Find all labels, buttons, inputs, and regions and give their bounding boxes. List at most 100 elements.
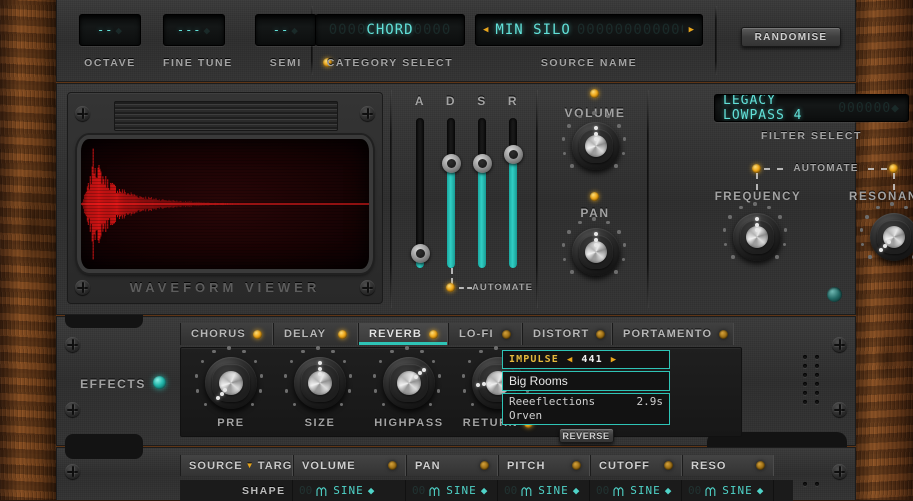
source-name-control[interactable]: ◀ MIN SILO 000000000000000 ▶ SOURCE NAME xyxy=(475,14,703,69)
mod-matrix-header[interactable]: SOURCE▼TARGET▶VOLUME PAN PITCH CUTOFF RESO xyxy=(180,455,793,476)
envelope-slider-handle[interactable] xyxy=(503,145,523,164)
fine-tune-display[interactable]: --- ◆ xyxy=(163,14,225,46)
semi-display[interactable]: -- ◆ xyxy=(254,14,317,46)
reverb-knob-label-size: SIZE xyxy=(304,417,336,429)
fine-tune-stepper-icon[interactable]: ◆ xyxy=(204,24,212,37)
pan-automate-led[interactable] xyxy=(590,192,599,201)
shape-cell-value: SINE xyxy=(630,484,661,497)
mod-column-led[interactable] xyxy=(664,461,673,470)
impulse-header[interactable]: IMPULSE ◀ 441 ▶ xyxy=(502,350,670,369)
tab-led[interactable] xyxy=(596,329,606,339)
mod-column-label: PITCH xyxy=(507,459,546,472)
octave-stepper-icon[interactable]: ◆ xyxy=(115,24,123,37)
semi-stepper-icon[interactable]: ◆ xyxy=(291,24,299,37)
shape-cell-stepper-icon[interactable]: ◆ xyxy=(757,484,765,497)
reverb-knob-highpass[interactable] xyxy=(372,346,442,409)
randomise-button[interactable]: RANDOMISE xyxy=(741,27,841,47)
envelope-slider-handle[interactable] xyxy=(410,244,430,263)
tab-label: CHORUS xyxy=(191,328,246,340)
tab-lo-fi[interactable]: LO-FI xyxy=(448,323,522,345)
envelope-slider-s[interactable] xyxy=(472,118,492,268)
wood-panel-left xyxy=(0,0,56,500)
mod-column-header-cutoff[interactable]: CUTOFF xyxy=(590,455,682,476)
tab-led[interactable] xyxy=(253,329,262,339)
pan-knob[interactable] xyxy=(561,217,627,276)
shape-cell-stepper-icon[interactable]: ◆ xyxy=(573,484,581,497)
impulse-category[interactable]: Big Rooms xyxy=(502,371,670,391)
mod-column-header-volume[interactable]: VOLUME xyxy=(293,455,406,476)
effects-tab-bar[interactable]: CHORUS DELAY REVERB LO-FI DISTORT PORTAMENTO xyxy=(180,323,793,345)
mod-shape-cell-volume[interactable]: 00 SINE ◆ xyxy=(293,480,406,501)
octave-display[interactable]: -- ◆ xyxy=(79,14,141,46)
filter-select-ghost: 000000 xyxy=(838,100,892,116)
fine-tune-label: FINE TUNE xyxy=(163,57,233,69)
frequency-knob[interactable] xyxy=(722,202,788,261)
impulse-prev-icon[interactable]: ◀ xyxy=(567,355,574,365)
volume-automate-led[interactable] xyxy=(590,89,599,98)
tab-distort[interactable]: DISTORT xyxy=(522,323,612,345)
sine-wave-icon xyxy=(316,486,327,496)
envelope-slider-handle[interactable] xyxy=(472,154,492,173)
filter-select-display[interactable]: LEGACY LOWPASS 4 000000 ◆ xyxy=(714,94,909,122)
source-name-display[interactable]: ◀ MIN SILO 000000000000000 ▶ xyxy=(475,14,703,46)
filter-select-stepper-icon[interactable]: ◆ xyxy=(891,101,900,116)
shape-cell-stepper-icon[interactable]: ◆ xyxy=(665,484,673,497)
volume-knob[interactable] xyxy=(561,111,627,170)
grip-dots xyxy=(803,482,821,486)
tab-led[interactable] xyxy=(429,329,439,339)
shape-cell-stepper-icon[interactable]: ◆ xyxy=(368,484,376,497)
source-dropdown-icon[interactable]: ▼ xyxy=(246,461,255,470)
envelope-automate-led[interactable] xyxy=(446,283,455,292)
filter-enable-led[interactable] xyxy=(827,287,842,302)
waveform-viewer[interactable]: WAVEFORM VIEWER xyxy=(67,92,383,304)
reverb-knob-size[interactable] xyxy=(283,346,353,409)
impulse-next-icon[interactable]: ▶ xyxy=(611,355,618,365)
effects-enable-led[interactable] xyxy=(153,376,166,389)
reverb-knob-pre[interactable] xyxy=(194,346,264,409)
source-next-icon[interactable]: ▶ xyxy=(689,25,695,35)
mod-shape-cell-reso[interactable]: 00 SINE ◆ xyxy=(682,480,774,501)
waveform-viewer-label: WAVEFORM VIEWER xyxy=(129,280,321,295)
category-select-display[interactable]: 0000 CHORD 0000 xyxy=(315,14,465,46)
envelope-slider-handle[interactable] xyxy=(441,154,461,173)
reverse-button[interactable]: REVERSE xyxy=(558,428,614,443)
impulse-info[interactable]: Reeeflections 2.9s Orven xyxy=(502,393,670,425)
mod-column-led[interactable] xyxy=(572,461,581,470)
source-prev-icon[interactable]: ◀ xyxy=(483,25,489,35)
mod-column-header-pan[interactable]: PAN xyxy=(406,455,498,476)
tab-reverb[interactable]: REVERB xyxy=(358,323,448,345)
impulse-selector[interactable]: IMPULSE ◀ 441 ▶ Big Rooms Reeeflections … xyxy=(502,350,670,443)
mod-column-header-pitch[interactable]: PITCH xyxy=(498,455,590,476)
tab-led[interactable] xyxy=(502,329,511,339)
resonance-knob[interactable] xyxy=(859,202,913,261)
envelope-slider-r[interactable] xyxy=(503,118,523,268)
waveform-crt-screen[interactable] xyxy=(77,135,373,273)
screw-icon xyxy=(832,337,847,352)
mod-shape-cell-pitch[interactable]: 00 SINE ◆ xyxy=(498,480,590,501)
mod-column-led[interactable] xyxy=(388,461,397,470)
mod-source-target-header[interactable]: SOURCE▼TARGET▶ xyxy=(180,455,318,476)
tab-chorus[interactable]: CHORUS xyxy=(180,323,273,345)
envelope-slider-a[interactable] xyxy=(410,118,430,268)
mod-shape-cell-pan[interactable]: 00 SINE ◆ xyxy=(406,480,498,501)
mod-column-led[interactable] xyxy=(480,461,489,470)
mod-column-led[interactable] xyxy=(756,461,765,470)
octave-control[interactable]: -- ◆ OCTAVE xyxy=(79,14,141,69)
frequency-automate-led[interactable] xyxy=(752,164,761,173)
tab-delay[interactable]: DELAY xyxy=(273,323,358,345)
shape-cell-ghost: 00 xyxy=(504,484,518,497)
envelope-section: A D S R AUTOMATE xyxy=(402,94,532,304)
mod-column-header-reso[interactable]: RESO xyxy=(682,455,774,476)
semi-control[interactable]: -- ◆ SEMI xyxy=(254,14,332,69)
tab-led[interactable] xyxy=(338,329,347,339)
resonance-automate-led[interactable] xyxy=(889,164,898,173)
mod-shape-cell-cutoff[interactable]: 00 SINE ◆ xyxy=(590,480,682,501)
shape-cell-stepper-icon[interactable]: ◆ xyxy=(481,484,489,497)
tab-led[interactable] xyxy=(719,329,729,339)
tab-portamento[interactable]: PORTAMENTO xyxy=(612,323,734,345)
envelope-slider-d[interactable] xyxy=(441,118,461,268)
category-select-control[interactable]: 0000 CHORD 0000 CATEGORY SELECT xyxy=(315,14,465,69)
fine-tune-control[interactable]: --- ◆ FINE TUNE xyxy=(163,14,233,69)
shape-cell-value: SINE xyxy=(538,484,569,497)
screw-icon xyxy=(65,337,80,352)
